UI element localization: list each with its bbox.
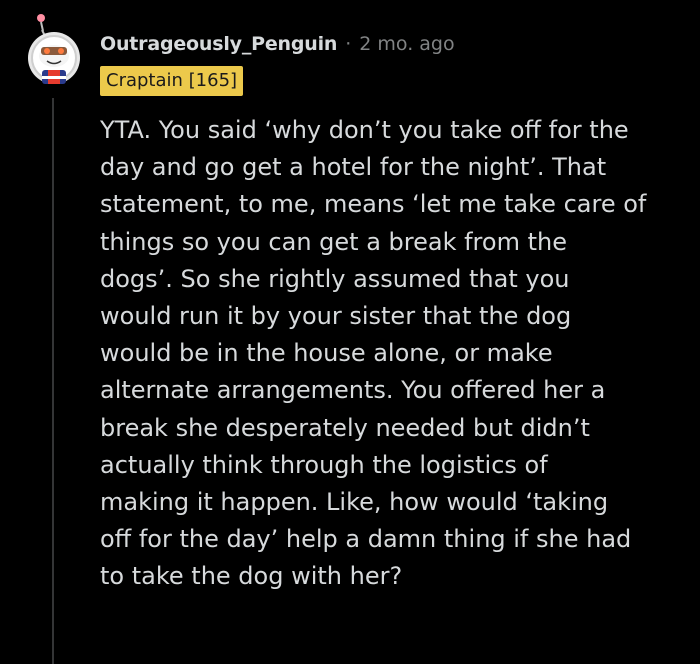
snoo-avatar-icon [28, 14, 80, 84]
comment-line: actually think through the logistics of [100, 450, 548, 479]
comment-line: day and go get a hotel for the night’. T… [100, 153, 607, 182]
username[interactable]: Outrageously_Penguin [100, 33, 337, 55]
comment-line: dogs’. So she rightly assumed that you [100, 264, 570, 293]
meta-separator: · [345, 33, 352, 55]
comment-line: making it happen. Like, how would ‘takin… [100, 488, 609, 517]
comment-line: statement, to me, means ‘let me take car… [100, 190, 647, 219]
comment: Outrageously_Penguin · 2 mo. ago Craptai… [0, 0, 700, 664]
timestamp[interactable]: 2 mo. ago [359, 33, 454, 55]
comment-body: YTA. You said ‘why don’t you take off fo… [100, 112, 692, 596]
comment-line: would be in the house alone, or make [100, 339, 553, 368]
comment-header: Outrageously_Penguin · 2 mo. ago [100, 30, 455, 58]
comment-line: off for the day’ help a damn thing if sh… [100, 525, 632, 554]
user-flair: Craptain [165] [100, 66, 244, 96]
avatar[interactable] [24, 14, 88, 90]
comment-line: would run it by your sister that the dog [100, 302, 572, 331]
comment-line: break she desperately needed but didn’t [100, 413, 590, 442]
comment-line: things so you can get a break from the [100, 227, 567, 256]
comment-line: to take the dog with her? [100, 562, 403, 591]
comment-line: YTA. You said ‘why don’t you take off fo… [100, 116, 629, 144]
thread-line[interactable] [52, 98, 54, 664]
comment-line: alternate arrangements. You offered her … [100, 376, 606, 405]
